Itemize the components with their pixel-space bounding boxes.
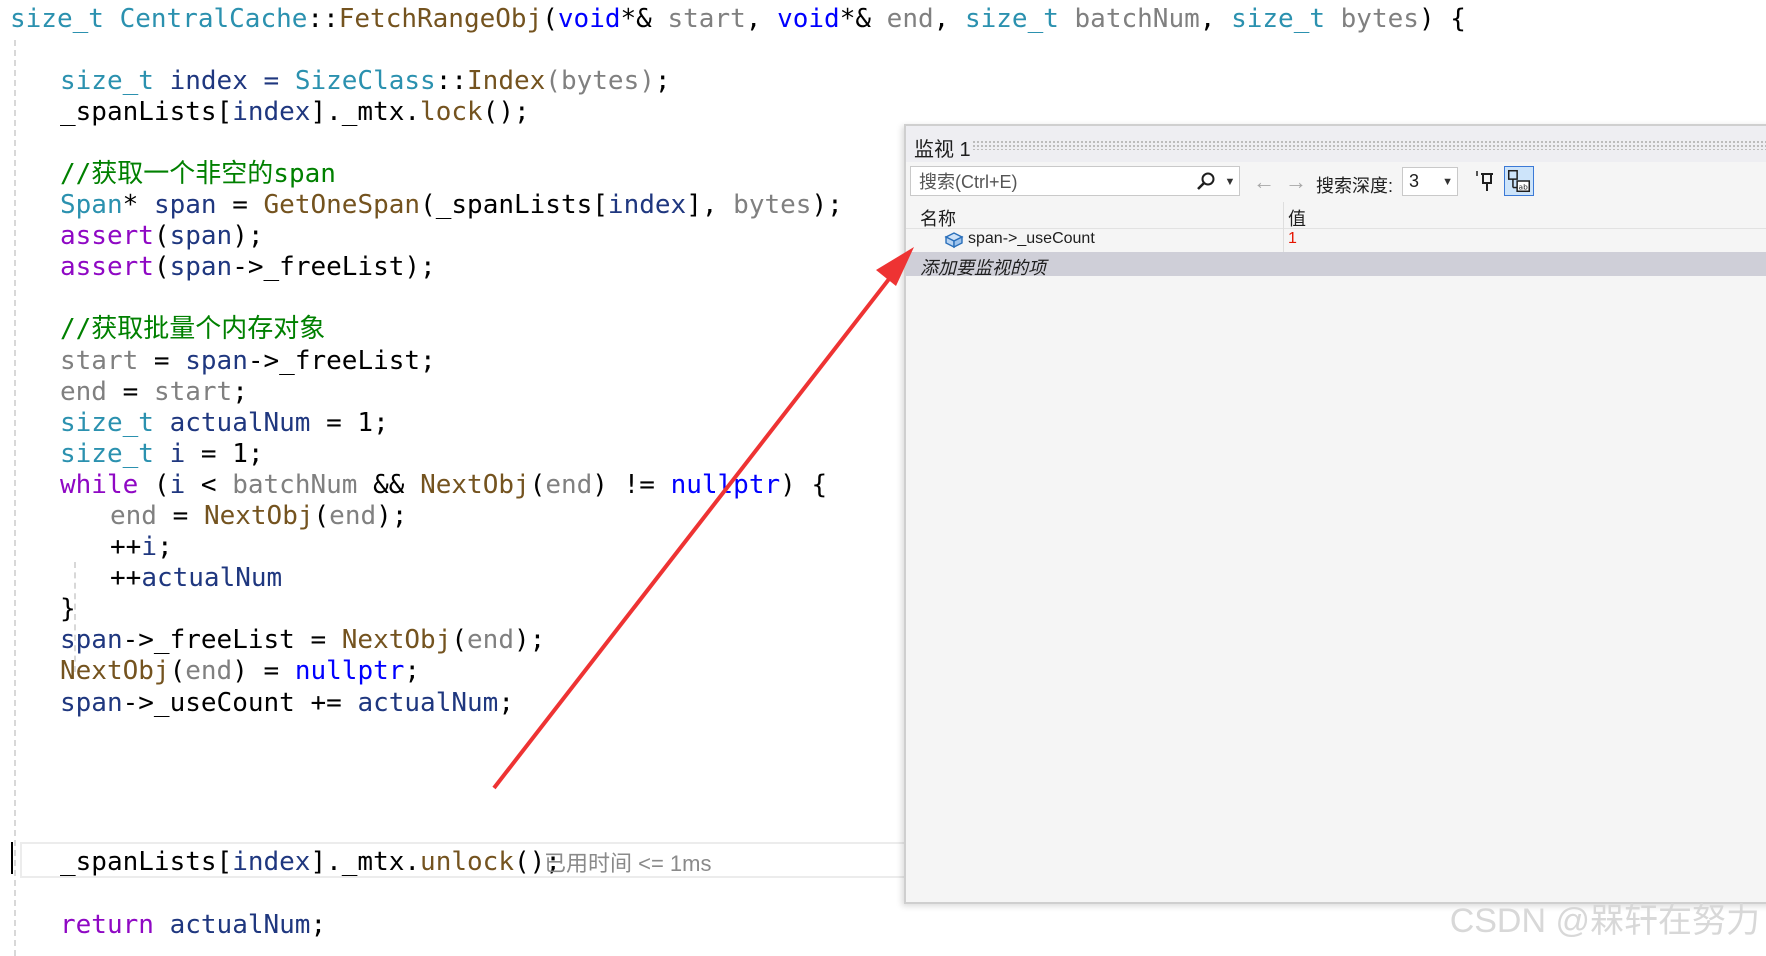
watch-row[interactable]: span->_useCount 1	[906, 228, 1766, 252]
code-line[interactable]: size_t i = 1;	[60, 437, 264, 471]
code-line[interactable]: assert(span->_freeList);	[60, 250, 436, 284]
code-line[interactable]: NextObj(end) = nullptr;	[60, 654, 420, 688]
code-line[interactable]: ++actualNum	[110, 561, 282, 595]
drag-grip[interactable]	[972, 140, 1766, 150]
code-line-current[interactable]: _spanLists[index]._mtx.unlock();	[60, 845, 561, 879]
code-line[interactable]: return actualNum;	[60, 908, 326, 942]
search-back-icon[interactable]: ←	[1250, 168, 1278, 196]
watch-search-input[interactable]	[917, 169, 1181, 195]
code-line[interactable]: assert(span);	[60, 219, 264, 253]
code-line[interactable]: ++i;	[110, 530, 173, 564]
code-line[interactable]: _spanLists[index]._mtx.lock();	[60, 95, 530, 129]
indent-guide	[14, 40, 16, 956]
watch-title-bar[interactable]: 监视 1	[906, 126, 1766, 162]
watch-row-value[interactable]: 1	[1288, 230, 1297, 248]
code-comment[interactable]: //获取批量个内存对象	[60, 312, 325, 346]
search-icon[interactable]	[1195, 171, 1217, 193]
watermark: CSDN @槑轩在努力	[1449, 902, 1760, 940]
add-watch-item-label: 添加要监视的项	[920, 258, 1046, 278]
search-options-dropdown[interactable]: ▼	[1221, 171, 1239, 193]
code-line[interactable]: Span* span = GetOneSpan(_spanLists[index…	[60, 188, 843, 222]
svg-text:ab: ab	[1519, 182, 1529, 191]
watch-grid-header: 名称 值	[906, 202, 1766, 229]
code-line-signature[interactable]: size_t CentralCache::FetchRangeObj(void*…	[10, 2, 1466, 36]
code-line[interactable]: span->_useCount += actualNum;	[60, 686, 514, 720]
code-line[interactable]: size_t actualNum = 1;	[60, 406, 389, 440]
pin-icon[interactable]	[1472, 166, 1502, 196]
code-line[interactable]: }	[60, 592, 76, 626]
code-comment[interactable]: //获取一个非空的span	[60, 157, 336, 191]
elapsed-time-hint: 已用时间 <= 1ms	[544, 851, 712, 876]
watch-search-box[interactable]: ▼	[910, 166, 1240, 196]
watch-row-name: span->_useCount	[968, 230, 1095, 247]
search-depth-select[interactable]: 3 ▼	[1402, 167, 1458, 196]
code-line[interactable]: end = NextObj(end);	[110, 499, 407, 533]
search-forward-icon[interactable]: →	[1282, 168, 1310, 196]
add-watch-item-row[interactable]: 添加要监视的项	[906, 252, 1766, 278]
watch-title: 监视 1	[914, 139, 971, 161]
chevron-down-icon: ▼	[1442, 176, 1453, 188]
code-line[interactable]: start = span->_freeList;	[60, 344, 436, 378]
search-depth-value: 3	[1409, 171, 1420, 191]
code-line[interactable]: end = start;	[60, 375, 248, 409]
watch-window[interactable]: 监视 1 ▼ ← → 搜索深度: 3 ▼	[904, 124, 1766, 904]
watch-toolbar: ▼ ← → 搜索深度: 3 ▼ ab	[906, 162, 1766, 202]
hex-display-icon[interactable]: ab	[1504, 166, 1534, 196]
search-depth-label: 搜索深度:	[1316, 176, 1394, 196]
code-line[interactable]: while (i < batchNum && NextObj(end) != n…	[60, 468, 827, 502]
watch-grid: 名称 值 span->_useCount 1 添加要监视的项	[906, 202, 1766, 902]
text-caret	[11, 842, 13, 874]
code-line[interactable]: size_t index = SizeClass::Index(bytes);	[60, 64, 671, 98]
field-icon	[944, 232, 964, 249]
code-line[interactable]: span->_freeList = NextObj(end);	[60, 623, 545, 657]
